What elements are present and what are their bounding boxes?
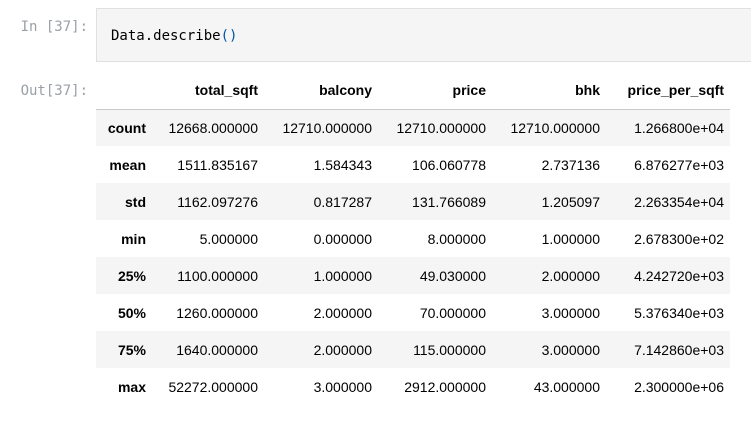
table-cell: 2.000000 (313, 341, 372, 358)
column-header: bhk (492, 72, 606, 110)
column-header: balcony (264, 72, 378, 110)
code-text: Data.describe (111, 28, 221, 44)
table-row: 25% 1100.000000 1.000000 49.030000 2.000… (96, 257, 730, 294)
row-label: 25% (117, 267, 146, 284)
table-cell: 2.678300e+02 (634, 230, 724, 247)
output-prompt: Out[37]: (20, 83, 88, 99)
table-row: std 1162.097276 0.817287 131.766089 1.20… (96, 183, 730, 220)
table-cell: 1260.000000 (176, 304, 258, 321)
table-row: min 5.000000 0.000000 8.000000 1.000000 … (96, 220, 730, 257)
table-cell: 5.000000 (199, 230, 258, 247)
table-cell: 1.266800e+04 (634, 119, 724, 136)
table-cell: 7.142860e+03 (634, 341, 724, 358)
code-input-area[interactable]: Data.describe() (96, 8, 751, 62)
table-cell: 2.000000 (313, 304, 372, 321)
table-cell: 5.376340e+03 (634, 304, 724, 321)
table-cell: 1511.835167 (177, 156, 258, 173)
table-row: count 12668.000000 12710.000000 12710.00… (96, 109, 730, 146)
table-cell: 6.876277e+03 (634, 156, 724, 173)
table-cell: 3.000000 (541, 341, 600, 358)
table-cell: 2.263354e+04 (634, 193, 724, 210)
table-cell: 0.000000 (313, 230, 372, 247)
table-cell: 49.030000 (419, 267, 486, 284)
table-cell: 1162.097276 (177, 193, 258, 210)
table-cell: 106.060778 (412, 156, 486, 173)
table-cell: 131.766089 (412, 193, 486, 210)
row-label: 50% (117, 304, 146, 321)
row-label: mean (109, 156, 146, 173)
table-row: 50% 1260.000000 2.000000 70.000000 3.000… (96, 294, 730, 331)
column-header: price_per_sqft (606, 72, 730, 110)
table-cell: 12710.000000 (282, 119, 372, 136)
table-cell: 1.205097 (541, 193, 600, 210)
index-header (96, 72, 152, 110)
table-cell: 52272.000000 (168, 378, 258, 395)
table-cell: 115.000000 (413, 341, 486, 358)
code-line: Data.describe() (111, 26, 237, 46)
table-cell: 2.000000 (541, 267, 600, 284)
table-cell: 2912.000000 (404, 378, 486, 395)
table-cell: 1.000000 (541, 230, 600, 247)
describe-output-table: total_sqft balcony price bhk price_per_s… (96, 72, 730, 405)
table-cell: 12668.000000 (168, 119, 258, 136)
table-cell: 0.817287 (313, 193, 372, 210)
header-row: total_sqft balcony price bhk price_per_s… (96, 72, 730, 110)
table-cell: 3.000000 (313, 378, 372, 395)
row-label: max (117, 378, 146, 395)
table-cell: 1640.000000 (176, 341, 258, 358)
column-header: total_sqft (152, 72, 264, 110)
table-cell: 2.300000e+06 (634, 378, 724, 395)
column-header: price (378, 72, 492, 110)
code-parens: () (220, 28, 238, 44)
table-cell: 12710.000000 (396, 119, 486, 136)
table-cell: 70.000000 (419, 304, 486, 321)
input-prompt: In [37]: (20, 19, 88, 35)
table-row: mean 1511.835167 1.584343 106.060778 2.7… (96, 146, 730, 183)
table-cell: 2.737136 (541, 156, 600, 173)
row-label: std (125, 193, 146, 210)
table-row: max 52272.000000 3.000000 2912.000000 43… (96, 368, 730, 405)
row-label: count (107, 119, 146, 136)
table-row: 75% 1640.000000 2.000000 115.000000 3.00… (96, 331, 730, 368)
table-cell: 1100.000000 (177, 267, 258, 284)
table-cell: 4.242720e+03 (634, 267, 724, 284)
table-cell: 1.584343 (313, 156, 372, 173)
table-cell: 3.000000 (541, 304, 600, 321)
table-cell: 1.000000 (313, 267, 372, 284)
table-cell: 43.000000 (533, 378, 600, 395)
row-label: min (121, 230, 146, 247)
table-cell: 12710.000000 (510, 119, 600, 136)
table-cell: 8.000000 (427, 230, 486, 247)
row-label: 75% (117, 341, 146, 358)
